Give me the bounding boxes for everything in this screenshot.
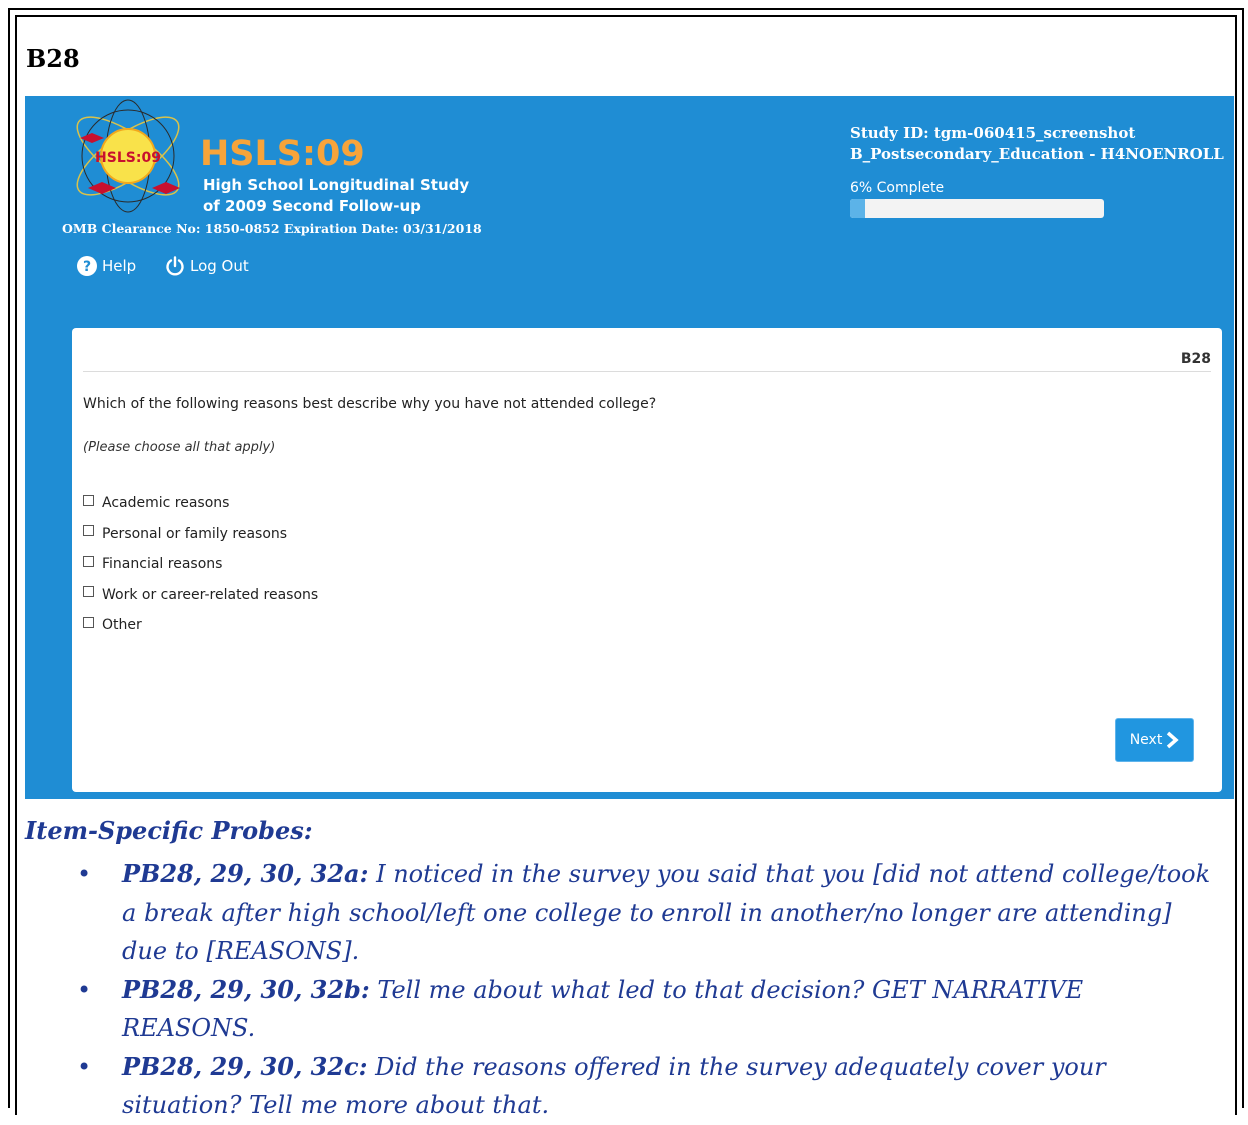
chevron-right-icon bbox=[1167, 731, 1179, 749]
section-name: B_Postsecondary_Education - H4NOENROLL bbox=[850, 145, 1224, 163]
option-label: Other bbox=[102, 617, 142, 634]
option-label: Financial reasons bbox=[102, 556, 223, 573]
option-work-career[interactable]: Work or career-related reasons bbox=[83, 580, 318, 611]
checkbox[interactable] bbox=[83, 494, 94, 506]
help-icon: ? bbox=[77, 256, 97, 276]
probe-item: • PB28, 29, 30, 32c: Did the reasons off… bbox=[77, 1048, 1217, 1125]
probe-code: PB28, 29, 30, 32a: bbox=[122, 859, 369, 888]
option-label: Academic reasons bbox=[102, 495, 230, 512]
page-title: B28 bbox=[26, 44, 80, 73]
question-card: B28 Which of the following reasons best … bbox=[72, 328, 1222, 792]
option-other[interactable]: Other bbox=[83, 610, 318, 641]
logo-label: HSLS:09 bbox=[95, 150, 161, 166]
probes-title: Item-Specific Probes: bbox=[25, 816, 313, 845]
option-academic[interactable]: Academic reasons bbox=[83, 488, 318, 519]
bullet-icon: • bbox=[77, 975, 92, 1004]
item-code: B28 bbox=[1180, 351, 1211, 367]
logout-label: Log Out bbox=[190, 257, 249, 275]
help-label: Help bbox=[102, 257, 137, 275]
brand-subtitle-line1: High School Longitudinal Study bbox=[203, 176, 470, 194]
bullet-icon: • bbox=[77, 860, 92, 888]
divider bbox=[83, 371, 1211, 372]
brand-subtitle-line2: of 2009 Second Follow-up bbox=[203, 197, 421, 215]
probe-item: • PB28, 29, 30, 32b: Tell me about what … bbox=[77, 971, 1217, 1048]
progress-fill bbox=[850, 199, 866, 218]
brand-title: HSLS:09 bbox=[200, 134, 365, 174]
instruction-text: (Please choose all that apply) bbox=[83, 440, 276, 455]
checkbox[interactable] bbox=[83, 525, 94, 537]
option-personal-family[interactable]: Personal or family reasons bbox=[83, 519, 318, 550]
omb-clearance: OMB Clearance No: 1850-0852 Expiration D… bbox=[62, 221, 482, 236]
hsls-logo: HSLS:09 bbox=[66, 98, 206, 218]
brand-subtitle: High School Longitudinal Study of 2009 S… bbox=[203, 175, 503, 217]
next-button[interactable]: Next bbox=[1115, 718, 1194, 762]
option-label: Personal or family reasons bbox=[102, 525, 288, 542]
help-link[interactable]: ? Help bbox=[77, 256, 136, 276]
checkbox[interactable] bbox=[83, 616, 94, 628]
next-label: Next bbox=[1129, 732, 1163, 748]
svg-text:?: ? bbox=[83, 259, 91, 275]
option-financial[interactable]: Financial reasons bbox=[83, 549, 318, 580]
options-list: Academic reasons Personal or family reas… bbox=[83, 488, 318, 641]
option-label: Work or career-related reasons bbox=[102, 586, 319, 603]
bullet-icon: • bbox=[77, 1052, 92, 1081]
survey-header-panel: HSLS:09 HSLS:09 High School Longitudinal… bbox=[25, 96, 1234, 799]
progress-bar bbox=[850, 199, 1104, 218]
logout-link[interactable]: Log Out bbox=[165, 256, 249, 276]
study-info: Study ID: tgm-060415_screenshot B_Postse… bbox=[850, 123, 1240, 165]
study-id: Study ID: tgm-060415_screenshot bbox=[850, 124, 1136, 142]
probe-item: • PB28, 29, 30, 32a: I noticed in the su… bbox=[77, 855, 1217, 971]
checkbox[interactable] bbox=[83, 586, 94, 598]
power-icon bbox=[166, 256, 184, 276]
probe-code: PB28, 29, 30, 32b: bbox=[122, 974, 370, 1004]
question-text: Which of the following reasons best desc… bbox=[83, 396, 657, 412]
probes-list: • PB28, 29, 30, 32a: I noticed in the su… bbox=[77, 855, 1217, 1125]
checkbox[interactable] bbox=[83, 555, 94, 567]
progress-label: 6% Complete bbox=[850, 180, 945, 196]
probe-code: PB28, 29, 30, 32c: bbox=[122, 1051, 368, 1081]
